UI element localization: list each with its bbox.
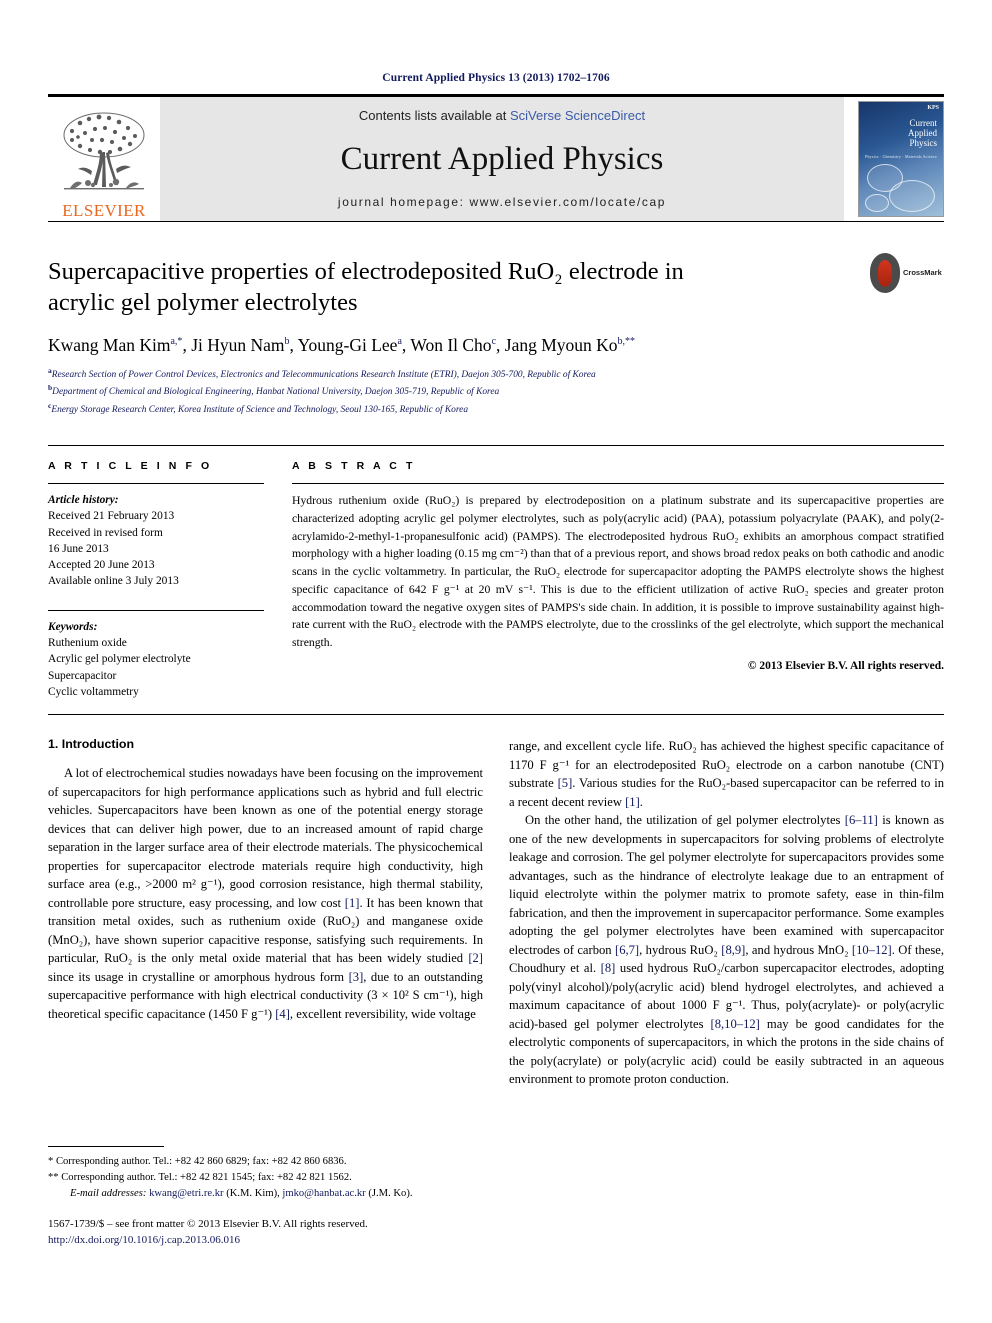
paragraph: A lot of electrochemical studies nowaday… xyxy=(48,766,483,1021)
affiliation-item: aResearch Section of Power Control Devic… xyxy=(48,365,596,380)
footnotes: * Corresponding author. Tel.: +82 42 860… xyxy=(48,1146,483,1202)
keywords-label: Keywords: xyxy=(48,620,98,633)
masthead-center-panel: Contents lists available at SciVerse Sci… xyxy=(160,97,844,221)
history-item: Received in revised form xyxy=(48,526,163,539)
divider xyxy=(48,482,264,484)
society-mark: KPS xyxy=(927,105,939,111)
article-info-column: A R T I C L E I N F O Article history: R… xyxy=(48,460,264,700)
cover-title-line2: Applied xyxy=(908,128,937,139)
cover-title: Current Applied Physics xyxy=(859,118,937,148)
divider xyxy=(48,609,264,611)
corresponding-author-2: ** Corresponding author. Tel.: +82 42 82… xyxy=(48,1172,352,1184)
sciencedirect-link[interactable]: SciVerse ScienceDirect xyxy=(510,108,645,123)
abstract-copyright: © 2013 Elsevier B.V. All rights reserved… xyxy=(747,660,944,673)
doi-link[interactable]: http://dx.doi.org/10.1016/j.cap.2013.06.… xyxy=(48,1232,518,1248)
journal-cover-thumbnail: KPS Current Applied Physics Physics · Ch… xyxy=(858,101,944,217)
email-owner-1: (K.M. Kim), xyxy=(226,1188,280,1200)
section-heading-introduction: 1. Introduction xyxy=(48,737,135,752)
history-item: Accepted 20 June 2013 xyxy=(48,559,155,572)
keywords-block: Keywords: Ruthenium oxide Acrylic gel po… xyxy=(48,609,264,700)
keyword-item: Cyclic voltammetry xyxy=(48,685,139,698)
imprint-block: 1567-1739/$ – see front matter © 2013 El… xyxy=(48,1216,518,1249)
email-link-2[interactable]: jmko@hanbat.ac.kr xyxy=(282,1188,365,1199)
page-title: Supercapacitive properties of electrodep… xyxy=(48,258,684,317)
footnote-rule xyxy=(48,1146,164,1147)
body-column-left: 1. Introduction A lot of electrochemical… xyxy=(48,737,483,1089)
masthead-bottom-rule xyxy=(48,221,944,222)
citation-ref[interactable]: [4] xyxy=(275,1007,290,1021)
elsevier-wordmark: ELSEVIER xyxy=(62,201,146,220)
citation-ref[interactable]: [8,10–12] xyxy=(711,1017,760,1031)
cover-bubble xyxy=(865,194,889,212)
abstract-text: Hydrous ruthenium oxide (RuO₂) is prepar… xyxy=(292,493,945,650)
elsevier-logo: ELSEVIER xyxy=(48,97,160,221)
crossmark-badge[interactable]: CrossMark xyxy=(870,250,944,296)
citation-ref[interactable]: [8] xyxy=(601,961,616,975)
history-item: Received 21 February 2013 xyxy=(48,510,175,523)
citation-ref[interactable]: [1] xyxy=(345,896,360,910)
citation-ref[interactable]: [10–12] xyxy=(852,943,892,957)
citation-ref[interactable]: [6,7] xyxy=(615,943,639,957)
keyword-item: Ruthenium oxide xyxy=(48,637,127,650)
info-abstract-row: A R T I C L E I N F O Article history: R… xyxy=(48,444,944,700)
affiliation-list: aResearch Section of Power Control Devic… xyxy=(48,365,944,417)
elsevier-tree-icon xyxy=(63,112,145,190)
contents-prefix: Contents lists available at xyxy=(358,108,510,123)
article-info-heading: A R T I C L E I N F O xyxy=(48,459,213,472)
contents-list-line: Contents lists available at SciVerse Sci… xyxy=(359,108,645,123)
citation-ref[interactable]: [1] xyxy=(625,795,640,809)
issn-line: 1567-1739/$ – see front matter © 2013 El… xyxy=(48,1218,368,1230)
journal-homepage[interactable]: journal homepage: www.elsevier.com/locat… xyxy=(338,195,666,209)
body-columns: 1. Introduction A lot of electrochemical… xyxy=(48,737,944,1089)
cover-title-line1: Current xyxy=(909,118,938,128)
cover-subtitle: Physics · Chemistry · Materials Science xyxy=(865,154,937,159)
article-history-label: Article history: xyxy=(48,493,119,506)
corresponding-author-1: * Corresponding author. Tel.: +82 42 860… xyxy=(48,1156,347,1167)
abstract-bottom-rule xyxy=(48,714,944,716)
history-item: Available online 3 July 2013 xyxy=(48,575,179,588)
citation-ref[interactable]: [5] xyxy=(558,776,573,790)
citation-ref[interactable]: [3] xyxy=(349,970,364,984)
paper-page: Current Applied Physics 13 (2013) 1702–1… xyxy=(0,0,992,1323)
running-head: Current Applied Physics 13 (2013) 1702–1… xyxy=(382,72,610,84)
author-list: Kwang Man Kima,*, Ji Hyun Namb, Young-Gi… xyxy=(48,334,636,355)
affiliation-item: bDepartment of Chemical and Biological E… xyxy=(48,383,500,398)
email-addresses: E-mail addresses: kwang@etri.re.kr (K.M.… xyxy=(48,1186,483,1202)
email-owner-2: (J.M. Ko). xyxy=(368,1188,413,1200)
history-item: 16 June 2013 xyxy=(48,542,109,555)
citation-ref[interactable]: [8,9] xyxy=(721,943,745,957)
email-label: E-mail addresses: xyxy=(70,1188,147,1200)
article-history: Article history: Received 21 February 20… xyxy=(48,492,264,590)
paragraph: On the other hand, the utilization of ge… xyxy=(509,813,945,1087)
citation-ref[interactable]: [2] xyxy=(468,951,483,965)
abstract-heading: A B S T R A C T xyxy=(292,459,416,472)
divider xyxy=(292,482,944,484)
abstract-column: A B S T R A C T Hydrous ruthenium oxide … xyxy=(292,460,944,700)
journal-title: Current Applied Physics xyxy=(340,140,664,177)
citation-ref[interactable]: [6–11] xyxy=(845,813,878,827)
journal-masthead: ELSEVIER Contents lists available at Sci… xyxy=(48,97,944,221)
cover-bubble xyxy=(889,180,935,212)
keyword-item: Supercapacitor xyxy=(48,669,117,682)
paragraph: range, and excellent cycle life. RuO₂ ha… xyxy=(509,739,944,809)
crossmark-icon xyxy=(870,253,900,293)
keyword-item: Acrylic gel polymer electrolyte xyxy=(48,653,191,666)
title-block: CrossMark Supercapacitive properties of … xyxy=(48,253,944,417)
body-column-right: range, and excellent cycle life. RuO₂ ha… xyxy=(509,737,944,1089)
crossmark-label: CrossMark xyxy=(903,268,942,278)
email-link-1[interactable]: kwang@etri.re.kr xyxy=(149,1188,223,1199)
affiliation-item: cEnergy Storage Research Center, Korea I… xyxy=(48,400,469,415)
cover-title-line3: Physics xyxy=(909,138,937,149)
